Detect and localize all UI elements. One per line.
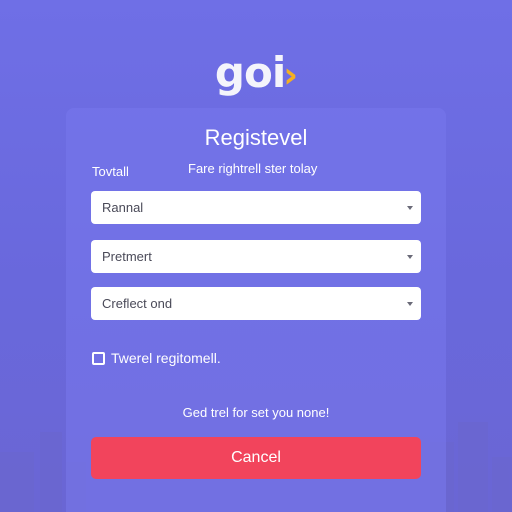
cancel-button[interactable]: Cancel xyxy=(91,437,421,479)
chevron-down-icon xyxy=(407,205,413,210)
form-subtitle: Fare rightrell ster tolay xyxy=(188,161,318,176)
select-field-3-value: Creflect ond xyxy=(102,296,173,311)
chevron-down-icon xyxy=(407,254,413,259)
terms-checkbox[interactable] xyxy=(92,351,105,365)
logo-text: goi xyxy=(214,48,286,97)
select-field-2-value: Pretmert xyxy=(102,249,152,264)
select-field-1[interactable]: Rannal xyxy=(91,191,421,224)
logo-chevron-icon: › xyxy=(283,55,298,96)
select-field-2[interactable]: Pretmert xyxy=(91,240,421,273)
select-field-1-value: Rannal xyxy=(102,200,144,215)
terms-checkbox-row[interactable]: Twerel regitomell. xyxy=(92,350,221,366)
select-field-3[interactable]: Creflect ond xyxy=(91,287,421,320)
toggle-label[interactable]: Tovtall xyxy=(92,164,129,179)
brand-logo: goi› xyxy=(0,50,512,99)
terms-checkbox-label: Twerel regitomell. xyxy=(111,350,221,366)
chevron-down-icon xyxy=(407,301,413,306)
page-title: Registevel xyxy=(204,125,308,150)
help-text: Ged trel for set you none! xyxy=(182,405,330,420)
